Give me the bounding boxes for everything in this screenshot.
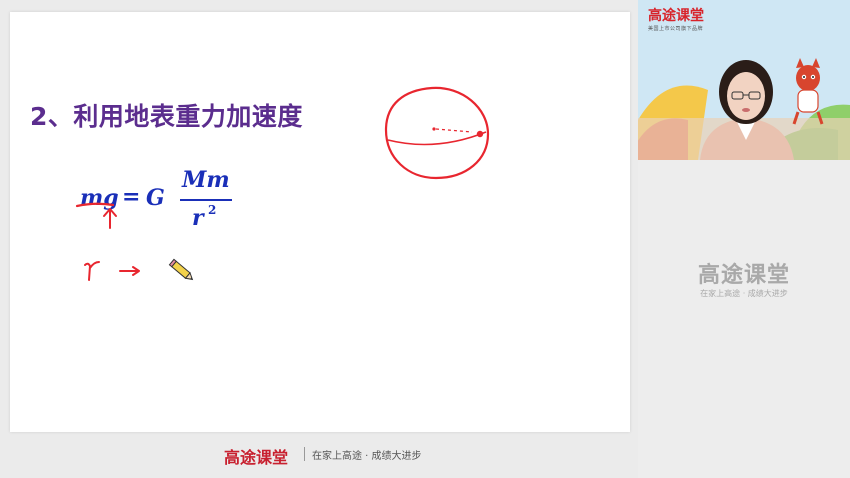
video-sub: 美国上市公司旗下品牌	[648, 26, 704, 32]
gravity-formula: mg = G Mm r 2	[80, 167, 240, 237]
formula-equals: =	[122, 184, 141, 210]
formula-denominator: r	[192, 205, 204, 231]
footer-slogan: 在家上高途 · 成绩大进步	[312, 451, 422, 462]
watermark-slogan: 在家上高途 · 成绩大进步	[700, 289, 788, 298]
footer-logo: 高途课堂	[224, 448, 289, 467]
teacher-video[interactable]: 高途课堂 美国上市公司旗下品牌	[638, 0, 850, 160]
watermark-logo: 高途课堂	[697, 263, 790, 288]
formula-exponent: 2	[208, 203, 217, 217]
right-panel: 高途课堂 美国上市公司旗下品牌 高途课堂 在家上高途 · 成绩大进步	[638, 0, 850, 478]
slide-heading: 2、利用地表重力加速度	[30, 102, 303, 131]
slide-footer: 高途课堂 在家上高途 · 成绩大进步	[0, 432, 638, 478]
slide-canvas[interactable]: 2、利用地表重力加速度 mg = G Mm r 2	[10, 12, 630, 432]
formula-constant: G	[146, 185, 165, 211]
formula-lhs: mg	[80, 185, 119, 211]
formula-numerator: Mm	[182, 167, 230, 193]
fraction-bar	[180, 199, 232, 201]
video-logo: 高途课堂	[648, 8, 704, 24]
footer-divider	[304, 447, 305, 461]
